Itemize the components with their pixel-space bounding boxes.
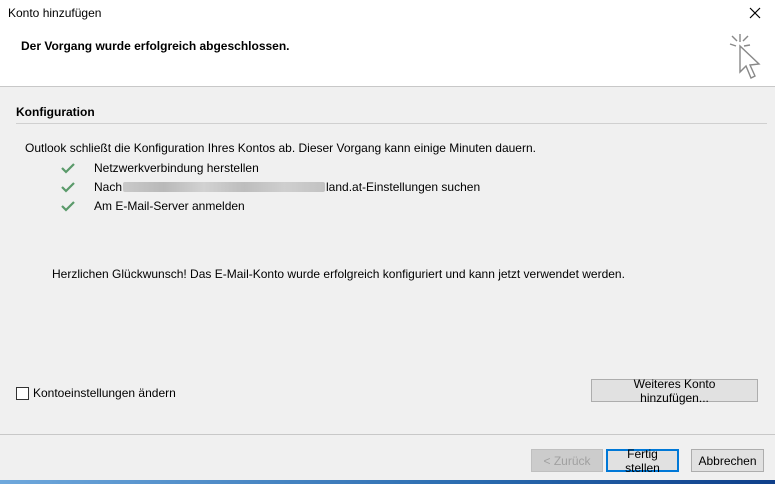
footer-divider [0, 434, 775, 435]
wizard-header: Der Vorgang wurde erfolgreich abgeschlos… [0, 26, 775, 87]
taskbar-accent [0, 480, 775, 484]
step-item: Nach land.at-Einstellungen suchen [60, 178, 480, 196]
status-headline: Der Vorgang wurde erfolgreich abgeschlos… [21, 39, 290, 53]
finish-button[interactable]: Fertig stellen [606, 447, 679, 475]
change-settings-option[interactable]: Kontoeinstellungen ändern [16, 386, 176, 400]
window-title: Konto hinzufügen [8, 6, 102, 20]
success-message: Herzlichen Glückwunsch! Das E-Mail-Konto… [52, 267, 625, 281]
checkmark-icon [61, 163, 75, 174]
back-button[interactable]: < Zurück [531, 449, 603, 472]
change-settings-checkbox[interactable] [16, 386, 29, 400]
configuration-section: Konfiguration Outlook schließt die Konfi… [8, 96, 767, 434]
add-another-account-button[interactable]: Weiteres Konto hinzufügen... [591, 377, 758, 405]
section-divider [16, 123, 767, 124]
step-item: Netzwerkverbindung herstellen [60, 159, 259, 177]
checkmark-icon [61, 201, 75, 212]
redacted-server-name [123, 182, 326, 192]
step-label-suffix: land.at-Einstellungen suchen [326, 180, 481, 194]
title-bar: Konto hinzufügen [0, 0, 775, 26]
section-title: Konfiguration [16, 105, 95, 119]
intro-text: Outlook schließt die Konfiguration Ihres… [25, 141, 536, 155]
cursor-sparkle-icon [729, 34, 761, 79]
checkmark-icon [61, 182, 75, 193]
cancel-button[interactable]: Abbrechen [691, 449, 764, 472]
step-label: Netzwerkverbindung herstellen [94, 161, 259, 175]
step-label: Am E-Mail-Server anmelden [94, 199, 245, 213]
close-icon [749, 7, 761, 19]
step-label-prefix: Nach [94, 180, 123, 194]
step-item: Am E-Mail-Server anmelden [60, 197, 245, 215]
change-settings-label: Kontoeinstellungen ändern [33, 386, 176, 400]
close-button[interactable] [735, 0, 775, 26]
